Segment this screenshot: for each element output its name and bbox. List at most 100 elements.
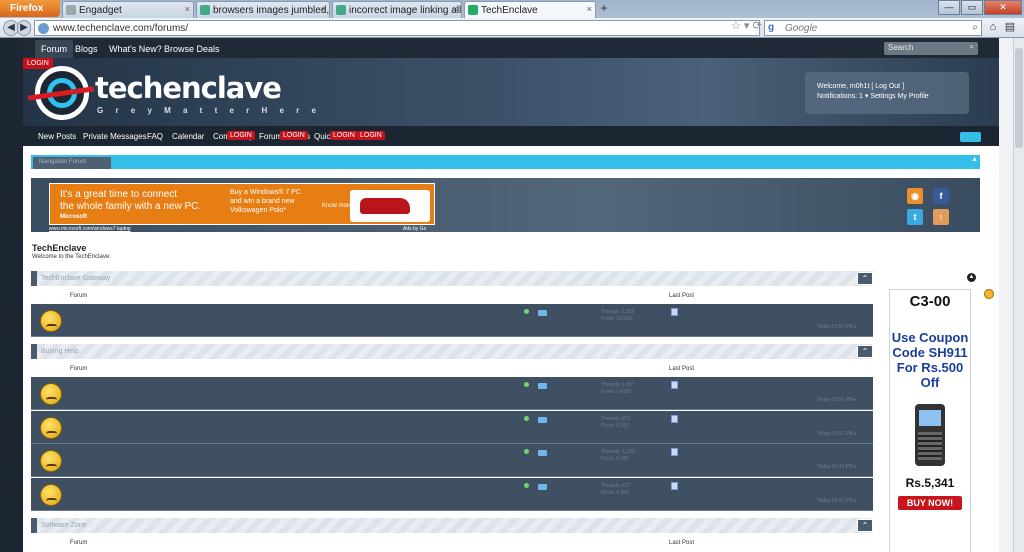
site-header: LOGIN techenclave G r e y M a t t e r H …: [23, 58, 999, 126]
nav-forum[interactable]: Forum: [35, 40, 74, 58]
navigation-strip: Navigation Forum ▲: [31, 155, 980, 169]
post-icon[interactable]: [671, 482, 678, 490]
close-icon[interactable]: ×: [587, 4, 592, 14]
breadcrumb[interactable]: Navigation Forum: [33, 157, 111, 169]
logo-icon[interactable]: [27, 66, 95, 120]
category-header[interactable]: TechEnclave Gateway ⌃: [31, 271, 873, 286]
share-icon[interactable]: ↑: [933, 209, 949, 225]
site-search-input[interactable]: Search ⌕: [884, 42, 978, 55]
phone-image: [915, 404, 945, 466]
scrollbar-thumb[interactable]: [1015, 48, 1023, 148]
post-icon[interactable]: [671, 308, 678, 316]
maximize-icon[interactable]: ▭: [961, 0, 983, 15]
forum-status-icon: [40, 383, 62, 405]
logo-text[interactable]: techenclave: [95, 71, 282, 105]
category-title[interactable]: Buying Help: [41, 348, 79, 355]
post-icon[interactable]: [671, 448, 678, 456]
last-post-time[interactable]: Today 02:07 PM ▸: [817, 498, 857, 504]
forum-row[interactable]: Threads: 872 Posts: 6,093 Today 01:51 PM …: [31, 411, 873, 444]
collapse-icon[interactable]: ▲: [967, 273, 976, 282]
forum-row[interactable]: Threads: 617 Posts: 4,384 Today 02:07 PM …: [31, 478, 873, 511]
collapse-icon[interactable]: ▲: [971, 156, 978, 163]
subnav-new-posts[interactable]: New Posts: [38, 132, 76, 141]
nav-whats-new[interactable]: What's New?: [109, 44, 162, 54]
nav-blogs[interactable]: Blogs: [75, 44, 98, 54]
close-icon[interactable]: ×: [453, 4, 458, 14]
forward-icon[interactable]: ▶: [17, 20, 31, 36]
ad-strip: It's a great time to connect the whole fa…: [31, 178, 980, 232]
last-post-time[interactable]: Today 01:44 PM ▸: [817, 464, 857, 470]
twitter-icon[interactable]: t: [907, 209, 923, 225]
menu-icon[interactable]: ▤: [1003, 20, 1017, 34]
feed-icon[interactable]: [538, 484, 547, 490]
sidebar-ad[interactable]: C3-00 Use Coupon Code SH911 For Rs.500 O…: [889, 289, 971, 552]
new-tab-button[interactable]: +: [597, 2, 611, 16]
forum-row[interactable]: Threads: 1,807 Posts: 14,892 Today 02:09 …: [31, 377, 873, 410]
search-input[interactable]: g Google ⌕: [764, 20, 982, 36]
login-tag[interactable]: LOGIN: [280, 131, 308, 140]
category-header[interactable]: Software Zone ⌃: [31, 518, 873, 533]
banner-ad[interactable]: It's a great time to connect the whole fa…: [49, 183, 435, 225]
ads-by-label[interactable]: Ads by Go: [403, 226, 426, 232]
login-tag[interactable]: LOGIN: [23, 58, 53, 69]
home-icon[interactable]: ⌂: [986, 20, 1000, 34]
tab-label: Engadget: [79, 5, 122, 16]
collapse-icon[interactable]: ⌃: [857, 272, 873, 285]
feed-icon[interactable]: [538, 310, 547, 316]
feed-icon[interactable]: [538, 450, 547, 456]
url-text: www.techenclave.com/forums/: [53, 23, 189, 34]
close-icon[interactable]: ×: [185, 4, 190, 14]
collapse-icon[interactable]: ⌃: [857, 345, 873, 358]
buy-now-button[interactable]: BUY NOW!: [898, 496, 962, 510]
ad-url[interactable]: www.microsoft.com/windows7-laptop: [49, 226, 131, 232]
category-header[interactable]: Buying Help ⌃: [31, 344, 873, 359]
last-post-time[interactable]: Today 01:51 PM ▸: [817, 431, 857, 437]
subnav-calendar[interactable]: Calendar: [172, 132, 204, 141]
page-scrollbar[interactable]: [1013, 38, 1024, 552]
tab-browsers-images[interactable]: browsers images jumbled, all...×: [196, 1, 330, 18]
forum-row[interactable]: Threads: 1,196 Posts: 9,085 Today 01:44 P…: [31, 444, 873, 477]
login-tag[interactable]: LOGIN: [357, 131, 385, 140]
last-post-time[interactable]: Today 02:09 PM ▸: [817, 397, 857, 403]
toolbar-icons: ⌂ ▤: [986, 20, 1017, 34]
welcome-line[interactable]: Welcome, m0h1t [ Log Out ]: [817, 82, 957, 92]
search-icon[interactable]: ⌕: [972, 22, 978, 33]
page-subtitle: Welcome to the TechEnclave.: [32, 254, 111, 260]
tab-label: TechEnclave: [481, 5, 538, 16]
rss-icon[interactable]: ◉: [907, 188, 923, 204]
close-icon[interactable]: ×: [321, 4, 326, 14]
feed-icon[interactable]: [538, 417, 547, 423]
forum-row[interactable]: Threads: 1,838 Posts: 15,889 Today 01:50 …: [31, 304, 873, 337]
tab-engadget[interactable]: Engadget ×: [62, 1, 194, 18]
feed-icon[interactable]: [538, 383, 547, 389]
ad-cta[interactable]: Know more: [322, 203, 352, 209]
online-icon: [524, 449, 529, 454]
bookmark-star-icon[interactable]: ☆ ▾ ⟳: [731, 19, 762, 32]
tab-incorrect-image[interactable]: incorrect image linking all br...×: [332, 1, 462, 18]
subnav-action-button[interactable]: [960, 132, 981, 142]
ad-price: Rs.5,341: [905, 476, 955, 490]
welcome-links[interactable]: Notifications: 1 ▾ Settings My Profile: [817, 92, 957, 102]
search-icon[interactable]: ⌕: [970, 42, 974, 52]
facebook-icon[interactable]: f: [933, 188, 949, 204]
url-bar[interactable]: www.techenclave.com/forums/: [34, 20, 760, 36]
post-icon[interactable]: [671, 381, 678, 389]
collapse-icon[interactable]: ⌃: [857, 519, 873, 532]
subnav-private-messages[interactable]: Private Messages: [83, 132, 147, 141]
window-close-icon[interactable]: ✕: [984, 0, 1022, 15]
forum-stats: Threads: 1,838 Posts: 15,889: [601, 309, 635, 322]
post-icon[interactable]: [671, 415, 678, 423]
login-tag[interactable]: LOGIN: [330, 131, 358, 140]
online-icon: [524, 309, 529, 314]
category-title[interactable]: Software Zone: [41, 522, 87, 529]
nav-browse-deals[interactable]: Browse Deals: [164, 44, 220, 54]
tab-techenclave[interactable]: TechEnclave ×: [464, 1, 596, 18]
firefox-menu-button[interactable]: Firefox: [0, 0, 60, 17]
search-placeholder: Google: [785, 23, 818, 34]
category-title[interactable]: TechEnclave Gateway: [41, 275, 110, 282]
minimize-icon[interactable]: —: [938, 0, 960, 15]
login-tag[interactable]: LOGIN: [227, 131, 255, 140]
last-post-time[interactable]: Today 01:50 PM ▸: [817, 324, 857, 330]
subnav-faq[interactable]: FAQ: [147, 132, 163, 141]
column-headers: Forum Last Post: [31, 363, 873, 375]
